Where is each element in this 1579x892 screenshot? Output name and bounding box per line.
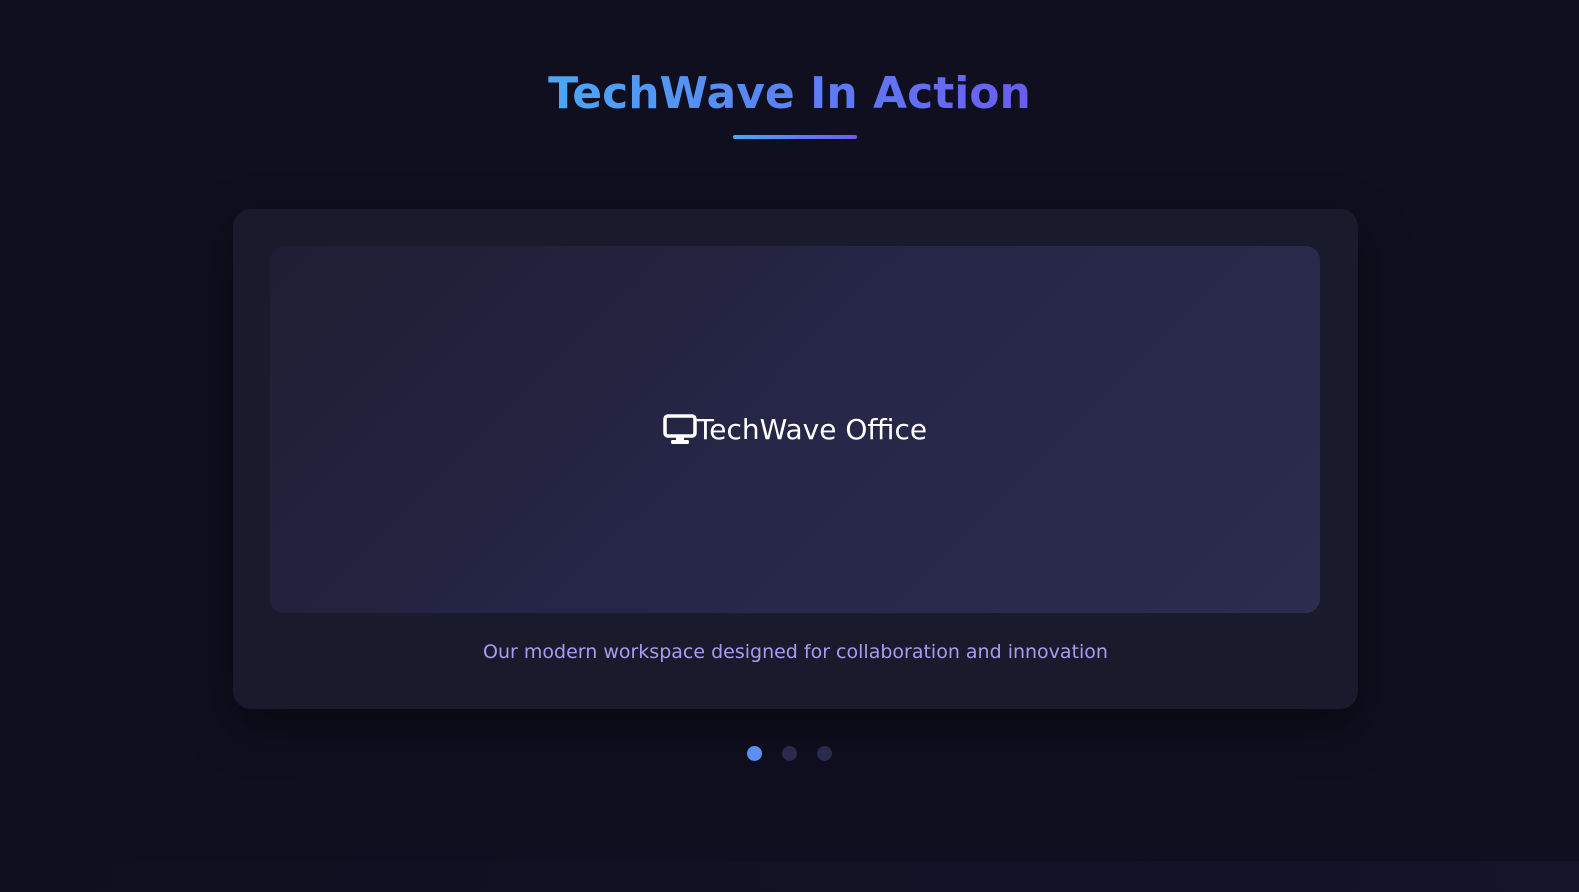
desktop-monitor-icon <box>663 413 697 446</box>
title-underline <box>733 135 857 139</box>
carousel-dots <box>0 746 1579 761</box>
carousel-dot-2[interactable] <box>782 746 797 761</box>
carousel-slide: TechWave Office <box>270 246 1320 613</box>
carousel-card: TechWave Office Our modern workspace des… <box>233 209 1358 709</box>
gallery-section: TechWave In Action TechWave Office Our m… <box>0 0 1579 892</box>
carousel-dot-3[interactable] <box>817 746 832 761</box>
carousel-dot-1[interactable] <box>747 746 762 761</box>
slide-caption: Our modern workspace designed for collab… <box>483 641 1108 663</box>
footer-edge <box>0 861 1579 892</box>
slide-title: TechWave Office <box>696 413 928 446</box>
section-title: TechWave In Action <box>548 68 1031 119</box>
slide-label-group: TechWave Office <box>663 413 927 446</box>
